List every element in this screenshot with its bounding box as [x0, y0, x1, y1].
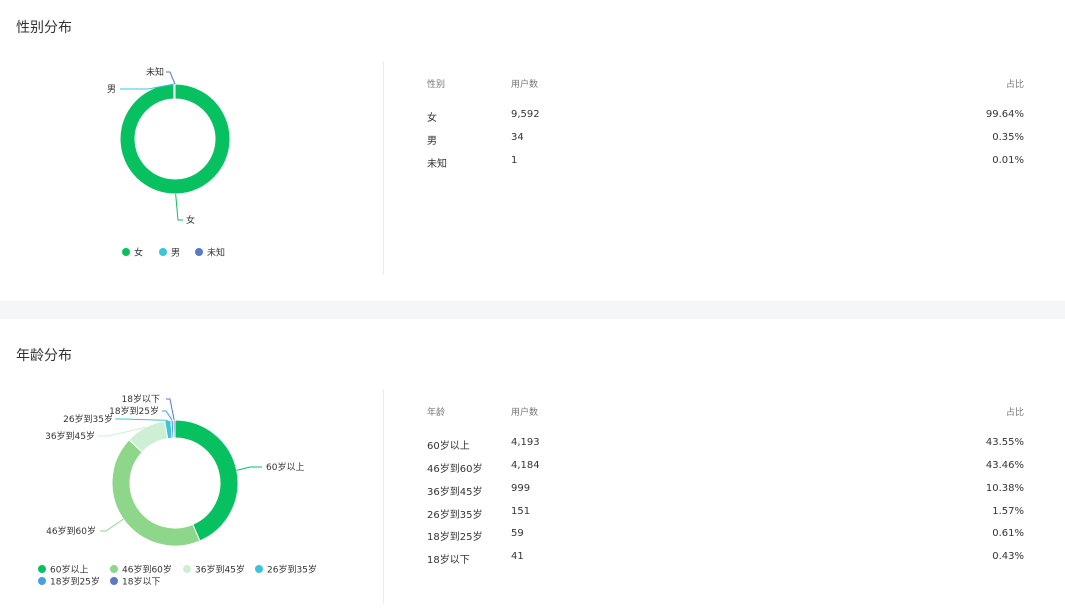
leader-line: [162, 410, 173, 421]
slice-label: 18岁以下: [122, 393, 160, 405]
row-users: 9,592: [511, 109, 540, 120]
leader-line: [175, 193, 183, 221]
age-donut-chart: 60岁以上46岁到60岁36岁到45岁26岁到35岁18岁到25岁18岁以下60…: [38, 393, 317, 588]
divider: [383, 61, 384, 275]
row-share: 1.57%: [992, 506, 1024, 517]
row-category: 60岁以上: [427, 441, 470, 452]
row-category: 18岁到25岁: [427, 532, 483, 543]
legend-label: 女: [134, 247, 143, 259]
legend-item[interactable]: 女: [122, 247, 143, 259]
row-share: 43.46%: [985, 460, 1024, 471]
legend-dot-icon: [38, 577, 46, 585]
row-category: 男: [427, 136, 437, 147]
gender-donut-chart: 女男未知女男未知: [107, 66, 231, 259]
age-section: 年龄分布 60岁以上 46岁到60岁 36岁到45岁 26岁到35岁 18岁到25岁 18…: [0, 319, 1065, 610]
legend-item[interactable]: 男: [159, 248, 180, 259]
row-category: 26岁到35岁: [427, 510, 483, 521]
donut-slice-item-0[interactable]: [119, 83, 231, 195]
legend-item[interactable]: 18岁到25岁: [38, 576, 100, 588]
row-share: 0.35%: [992, 132, 1024, 143]
row-share: 43.55%: [985, 437, 1024, 448]
slice-label: 60岁以上: [266, 461, 304, 473]
row-users: 59: [511, 528, 524, 539]
legend-item[interactable]: 26岁到35岁: [255, 564, 317, 576]
gender-header-category: 性别: [427, 80, 446, 90]
legend-item[interactable]: 60岁以上: [38, 564, 88, 576]
legend-label: 46岁到60岁: [122, 564, 172, 576]
legend-label: 18岁以下: [122, 576, 160, 588]
legend-dot-icon: [255, 565, 263, 573]
slice-label: 46岁到60岁: [46, 525, 96, 537]
gender-header-share: 占比: [1005, 80, 1024, 90]
legend-item[interactable]: 未知: [195, 247, 225, 259]
legend-item[interactable]: 18岁以下: [110, 576, 160, 588]
legend-dot-icon: [38, 565, 46, 573]
age-header-users: 用户数: [511, 408, 539, 418]
slice-label: 26岁到35岁: [63, 413, 113, 425]
row-users: 4,184: [511, 460, 540, 471]
row-share: 0.01%: [992, 155, 1024, 166]
legend-label: 36岁到45岁: [195, 564, 245, 576]
slice-label: 女: [186, 214, 195, 226]
row-category: 46岁到60岁: [427, 464, 483, 475]
row-users: 34: [511, 132, 524, 143]
row-category: 未知: [427, 159, 447, 170]
row-category: 女: [427, 113, 437, 124]
row-users: 41: [511, 551, 524, 562]
donut-slice-item-0[interactable]: [174, 419, 239, 542]
legend-label: 26岁到35岁: [267, 564, 317, 576]
row-users: 1: [511, 155, 518, 166]
legend-item[interactable]: 46岁到60岁: [110, 564, 172, 576]
row-share: 0.61%: [992, 528, 1024, 539]
leader-line: [100, 518, 124, 532]
row-category: 36岁到45岁: [427, 487, 483, 498]
leader-line: [115, 418, 168, 421]
row-share: 10.38%: [985, 483, 1024, 494]
slice-label: 男: [107, 84, 116, 95]
leader-line: [236, 466, 262, 471]
legend-dot-icon: [110, 565, 118, 573]
donut-slice-item-1[interactable]: [111, 439, 201, 547]
legend-dot-icon: [110, 577, 118, 585]
slice-label: 18岁到25岁: [109, 405, 159, 417]
leader-line: [166, 71, 176, 85]
legend-label: 18岁到25岁: [50, 576, 100, 588]
row-users: 151: [511, 506, 531, 517]
row-share: 99.64%: [985, 109, 1024, 120]
legend-item[interactable]: 36岁到45岁: [183, 564, 245, 576]
legend-dot-icon: [159, 248, 167, 256]
row-users: 999: [511, 483, 531, 494]
row-users: 4,193: [511, 437, 540, 448]
row-category: 18岁以下: [427, 555, 470, 566]
legend-dot-icon: [183, 565, 191, 573]
slice-label: 36岁到45岁: [45, 430, 95, 442]
divider: [383, 389, 384, 604]
slice-label: 未知: [146, 66, 164, 78]
legend-label: 60岁以上: [50, 564, 88, 576]
legend-label: 未知: [207, 247, 225, 259]
gender-header-users: 用户数: [511, 80, 539, 90]
legend-dot-icon: [195, 248, 203, 256]
gender-section: 性别分布 女男未知女男未知 性别 用户数 占比 女 9,592 99.64% 男…: [0, 0, 1065, 301]
section-separator: [0, 301, 1065, 319]
legend-label: 男: [171, 248, 180, 259]
donut-slice-item-5[interactable]: [172, 419, 176, 439]
age-header-category: 年龄: [427, 408, 446, 418]
row-share: 0.43%: [992, 551, 1024, 562]
age-header-share: 占比: [1005, 408, 1024, 418]
legend-dot-icon: [122, 248, 130, 256]
